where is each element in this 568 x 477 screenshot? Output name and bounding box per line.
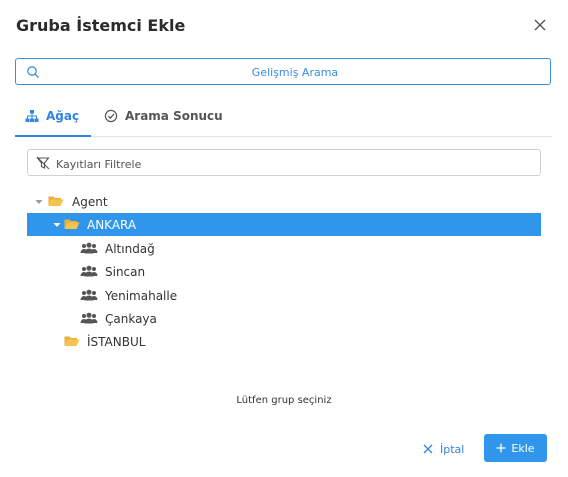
- tree-node-istanbul[interactable]: İSTANBUL: [27, 330, 541, 353]
- tree-node-label: Altındağ: [105, 241, 155, 256]
- tree-node-agent[interactable]: Agent: [27, 190, 541, 213]
- cancel-button-label: İptal: [440, 442, 465, 456]
- check-circle-icon: [104, 109, 118, 123]
- tree-node-cankaya[interactable]: Çankaya: [27, 307, 541, 330]
- tree-node-label: Sincan: [105, 264, 146, 279]
- sitemap-icon: [25, 110, 39, 122]
- plus-icon: [496, 443, 506, 453]
- tab-search-result-label: Arama Sonucu: [125, 109, 223, 123]
- advanced-search-input[interactable]: [48, 62, 542, 83]
- close-icon[interactable]: [532, 17, 548, 33]
- close-icon: [423, 444, 433, 454]
- advanced-search-field[interactable]: [15, 58, 551, 85]
- tab-search-result[interactable]: Arama Sonucu: [104, 96, 223, 136]
- tree-node-label: Agent: [72, 194, 108, 209]
- folder-open-icon: [64, 336, 80, 346]
- tree-node-ankara[interactable]: ANKARA: [27, 213, 541, 236]
- folder-open-icon: [64, 219, 80, 229]
- users-icon: [80, 312, 98, 324]
- dialog-title: Gruba İstemci Ekle: [16, 16, 186, 35]
- tree-node-sincan[interactable]: Sincan: [27, 260, 541, 283]
- select-group-hint: Lütfen grup seçiniz: [236, 395, 332, 406]
- search-icon: [27, 66, 39, 78]
- tab-tree-label: Ağaç: [46, 109, 80, 123]
- tree-node-label: İSTANBUL: [87, 334, 146, 349]
- tree-node-label: ANKARA: [87, 217, 137, 232]
- filter-input[interactable]: [54, 154, 528, 174]
- tab-tree[interactable]: Ağaç: [14, 96, 92, 137]
- users-icon: [80, 242, 98, 254]
- add-button-label: Ekle: [511, 441, 535, 455]
- caret-down-icon[interactable]: [53, 221, 61, 229]
- caret-down-icon[interactable]: [35, 198, 43, 206]
- users-icon: [80, 289, 98, 301]
- folder-open-icon: [48, 196, 64, 206]
- add-button[interactable]: Ekle: [484, 434, 547, 462]
- cancel-button[interactable]: İptal: [423, 437, 464, 461]
- users-icon: [80, 265, 98, 277]
- tree-node-label: Çankaya: [105, 311, 157, 326]
- tree-node-label: Yenimahalle: [105, 288, 178, 303]
- tree-node-altindag[interactable]: Altındağ: [27, 237, 541, 260]
- filter-field[interactable]: [27, 149, 541, 176]
- filter-slash-icon: [36, 156, 50, 170]
- tree-node-yenimahalle[interactable]: Yenimahalle: [27, 284, 541, 307]
- tab-bar: Ağaç Arama Sonucu: [14, 96, 552, 137]
